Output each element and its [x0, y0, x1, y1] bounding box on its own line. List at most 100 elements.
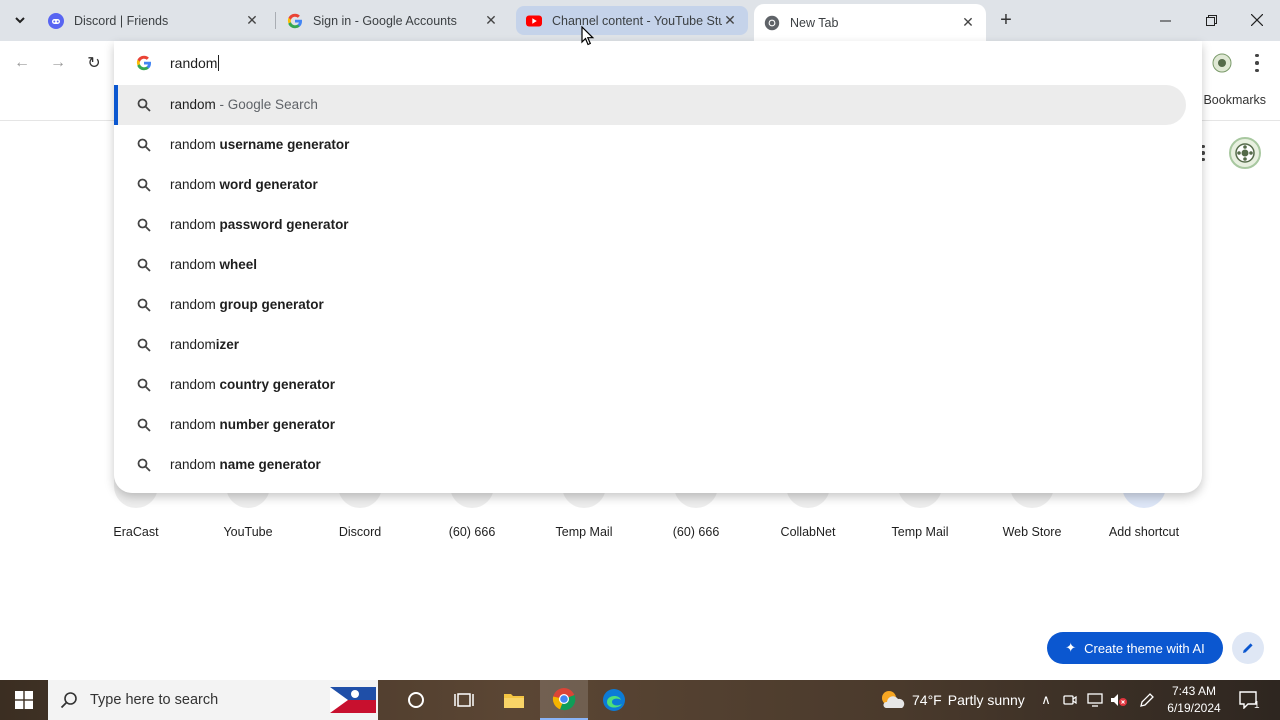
search-highlight-flag-icon: [330, 687, 376, 713]
clock[interactable]: 7:43 AM 6/19/2024: [1160, 683, 1228, 717]
edge-taskbar-button[interactable]: [590, 680, 638, 720]
suggestion-item[interactable]: random username generator: [114, 125, 1186, 165]
tab-strip: Discord | Friends ✕ Sign in - Google Acc…: [0, 0, 1280, 41]
create-theme-button[interactable]: ✦ Create theme with AI: [1047, 632, 1223, 664]
tab-google-accounts[interactable]: Sign in - Google Accounts ✕: [277, 6, 509, 35]
plus-icon: +: [1000, 8, 1012, 31]
close-icon[interactable]: ✕: [722, 12, 738, 29]
volume-muted-icon[interactable]: [1108, 680, 1130, 720]
cortana-button[interactable]: [392, 680, 440, 720]
minimize-button[interactable]: [1142, 0, 1188, 40]
new-tab-button[interactable]: +: [994, 8, 1018, 32]
search-icon: [137, 378, 151, 392]
shortcut-label: (60) 666: [672, 525, 720, 539]
customize-button[interactable]: [1232, 632, 1264, 664]
chrome-taskbar-button[interactable]: [540, 680, 588, 720]
suggestion-text: random name generator: [170, 457, 321, 472]
suggestion-text: randomizer: [170, 337, 240, 352]
file-explorer-button[interactable]: [490, 680, 538, 720]
weather-temp: 74°F: [912, 692, 942, 708]
show-hidden-icons-button[interactable]: ∧: [1036, 680, 1056, 720]
back-button[interactable]: ←: [10, 51, 34, 75]
weather-widget[interactable]: 74°F Partly sunny: [878, 680, 1025, 720]
search-icon: [137, 298, 151, 312]
omnibox-dropdown: random random - Google Search random use…: [114, 41, 1202, 493]
shortcut-label: Web Store: [1002, 525, 1062, 539]
tab-discord[interactable]: Discord | Friends ✕: [38, 6, 270, 35]
circle-icon: [408, 692, 424, 708]
task-view-button[interactable]: [440, 680, 488, 720]
tab-new-tab[interactable]: New Tab ✕: [754, 4, 986, 41]
suggestion-item[interactable]: random number generator: [114, 405, 1186, 445]
notification-count: 1: [1254, 700, 1260, 711]
google-icon: [287, 13, 303, 29]
notifications-button[interactable]: 1: [1234, 680, 1264, 720]
search-icon: [137, 458, 151, 472]
sparkle-icon: ✦: [1065, 640, 1077, 655]
tab-youtube-studio[interactable]: Channel content - YouTube Studio ✕: [516, 6, 748, 35]
shortcut-label: Temp Mail: [555, 525, 613, 539]
chrome-icon: [764, 15, 780, 31]
weather-desc: Partly sunny: [947, 692, 1025, 708]
suggestion-text: random - Google Search: [170, 97, 318, 112]
suggestion-item[interactable]: random password generator: [114, 205, 1186, 245]
taskbar-search-input[interactable]: Type here to search: [48, 680, 378, 720]
chrome-icon: [552, 688, 576, 711]
close-icon: [1251, 14, 1263, 26]
close-icon[interactable]: ✕: [483, 12, 499, 29]
restore-icon: [1205, 14, 1217, 26]
shortcut-label: YouTube: [223, 525, 273, 539]
minimize-icon: [1159, 20, 1171, 21]
pen-icon[interactable]: [1136, 680, 1158, 720]
extension-icon[interactable]: [1212, 53, 1232, 73]
search-icon: [137, 338, 151, 352]
suggestion-item[interactable]: random - Google Search: [114, 85, 1186, 125]
pencil-icon: [1243, 643, 1253, 653]
search-icon: [137, 258, 151, 272]
partly-sunny-icon: [882, 691, 905, 708]
suggestion-item[interactable]: randomizer: [114, 325, 1186, 365]
address-bar[interactable]: random: [114, 41, 1202, 85]
network-icon[interactable]: [1084, 680, 1106, 720]
close-window-button[interactable]: [1234, 0, 1280, 40]
clock-time: 7:43 AM: [1171, 684, 1217, 698]
mouse-cursor-icon: [581, 26, 595, 46]
youtube-icon: [526, 13, 542, 29]
arrow-right-icon: →: [50, 54, 66, 71]
shortcut-label: (60) 666: [448, 525, 496, 539]
suggestion-item[interactable]: random name generator: [114, 445, 1186, 485]
close-icon[interactable]: ✕: [244, 12, 260, 29]
search-icon: [137, 98, 151, 112]
tab-search-button[interactable]: [6, 7, 34, 33]
tab-separator: [275, 12, 276, 29]
tab-title: Channel content - YouTube Studio: [552, 13, 722, 28]
address-input[interactable]: random: [170, 55, 220, 71]
start-button[interactable]: [0, 680, 48, 720]
close-icon[interactable]: ✕: [960, 14, 976, 31]
suggestion-text: random number generator: [170, 417, 336, 432]
reload-button[interactable]: ↻: [82, 51, 106, 75]
avatar[interactable]: [1229, 137, 1261, 169]
profile-icon: [1235, 143, 1255, 163]
meet-now-icon[interactable]: [1060, 680, 1080, 720]
browser-menu-button[interactable]: [1249, 52, 1265, 74]
reload-icon: ↻: [87, 55, 101, 72]
suggestion-item[interactable]: random wheel: [114, 245, 1186, 285]
forward-button[interactable]: →: [46, 51, 70, 75]
shortcut-label: Temp Mail: [891, 525, 949, 539]
tab-title: Sign in - Google Accounts: [313, 13, 457, 28]
search-icon: [137, 218, 151, 232]
tab-title: New Tab: [790, 15, 839, 30]
suggestion-text: random wheel: [170, 257, 258, 272]
suggestion-text: random word generator: [170, 177, 318, 192]
chevron-up-icon: ∧: [1041, 692, 1051, 707]
restore-button[interactable]: [1188, 0, 1234, 40]
suggestion-item[interactable]: random group generator: [114, 285, 1186, 325]
chevron-down-icon: [15, 17, 25, 24]
search-icon: [60, 692, 77, 709]
suggestion-item[interactable]: random country generator: [114, 365, 1186, 405]
discord-icon: [48, 12, 64, 29]
taskbar: Type here to search 74°F Partly sunny ∧ …: [0, 680, 1280, 720]
suggestion-item[interactable]: random word generator: [114, 165, 1186, 205]
taskbar-search-placeholder: Type here to search: [90, 692, 219, 708]
